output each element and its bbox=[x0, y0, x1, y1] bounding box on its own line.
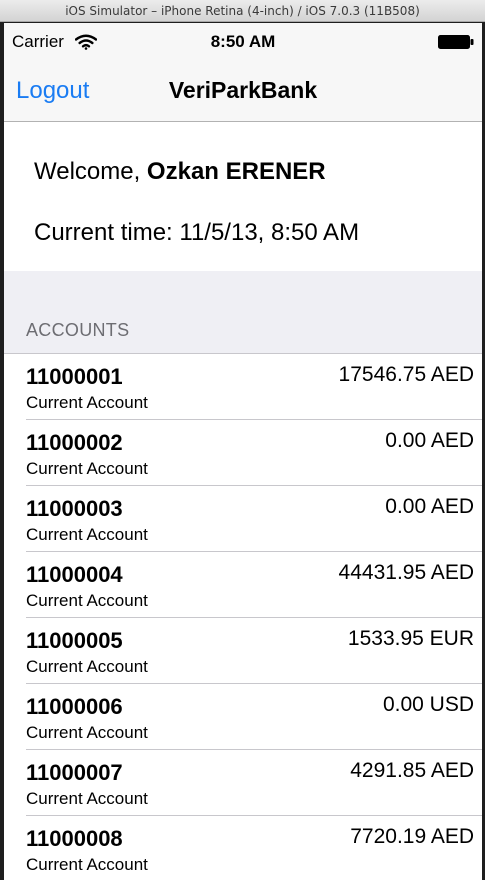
account-type: Current Account bbox=[26, 855, 148, 874]
account-number: 11000004 bbox=[26, 562, 123, 587]
account-type: Current Account bbox=[26, 657, 148, 676]
account-number: 11000001 bbox=[26, 364, 123, 389]
account-type: Current Account bbox=[26, 393, 148, 412]
user-name: Ozkan ERENER bbox=[146, 158, 326, 185]
account-balance: 17546.75 AED bbox=[338, 363, 474, 386]
account-row[interactable]: 11000006 Current Account 0.00 USD bbox=[4, 684, 482, 750]
account-type: Current Account bbox=[26, 459, 148, 478]
account-number: 11000007 bbox=[26, 760, 123, 785]
account-balance: 0.00 USD bbox=[382, 693, 474, 716]
current-time-label: Current time: 11/5/13, 8:50 AM bbox=[34, 219, 360, 246]
welcome-message: Welcome, Ozkan ERENER bbox=[34, 158, 326, 186]
account-balance: 0.00 AED bbox=[385, 429, 474, 452]
account-row[interactable]: 11000003 Current Account 0.00 AED bbox=[4, 486, 482, 552]
accounts-section-title: ACCOUNTS bbox=[26, 320, 130, 340]
account-number: 11000003 bbox=[26, 496, 123, 521]
nav-title: VeriParkBank bbox=[168, 77, 318, 103]
account-number: 11000008 bbox=[26, 826, 123, 851]
account-row[interactable]: 11000007 Current Account 4291.85 AED bbox=[4, 750, 482, 816]
account-row[interactable]: 11000008 Current Account 7720.19 AED bbox=[4, 816, 482, 880]
account-type: Current Account bbox=[26, 591, 148, 610]
account-type: Current Account bbox=[26, 789, 148, 808]
account-row[interactable]: 11000005 Current Account 1533.95 EUR bbox=[4, 618, 482, 684]
welcome-prefix: Welcome, bbox=[34, 158, 147, 185]
account-row[interactable]: 11000001 Current Account 17546.75 AED bbox=[4, 354, 482, 420]
account-number: 11000006 bbox=[26, 694, 123, 719]
account-type: Current Account bbox=[26, 525, 148, 544]
status-bar: Carrier 8:50 AM bbox=[4, 23, 482, 63]
account-row[interactable]: 11000002 Current Account 0.00 AED bbox=[4, 420, 482, 486]
account-balance: 1533.95 EUR bbox=[347, 627, 474, 650]
account-number: 11000005 bbox=[26, 628, 123, 653]
simulator-window-title: iOS Simulator – iPhone Retina (4-inch) /… bbox=[0, 0, 485, 22]
account-list: 11000001 Current Account 17546.75 AED 11… bbox=[4, 354, 482, 880]
battery-icon bbox=[438, 35, 474, 49]
iphone-screen: Carrier 8:50 AM Logout VeriParkBank Welc… bbox=[4, 23, 482, 880]
account-type: Current Account bbox=[26, 723, 148, 742]
account-number: 11000002 bbox=[26, 430, 123, 455]
account-balance: 0.00 AED bbox=[385, 495, 474, 518]
welcome-section: Welcome, Ozkan ERENER Current time: 11/5… bbox=[4, 123, 482, 271]
status-time: 8:50 AM bbox=[210, 32, 276, 51]
account-balance: 7720.19 AED bbox=[350, 825, 474, 848]
accounts-section-header: ACCOUNTS bbox=[4, 271, 482, 354]
navigation-bar: Logout VeriParkBank bbox=[4, 63, 482, 122]
account-row[interactable]: 11000004 Current Account 44431.95 AED bbox=[4, 552, 482, 618]
account-balance: 4291.85 AED bbox=[350, 759, 474, 782]
account-balance: 44431.95 AED bbox=[338, 561, 474, 584]
